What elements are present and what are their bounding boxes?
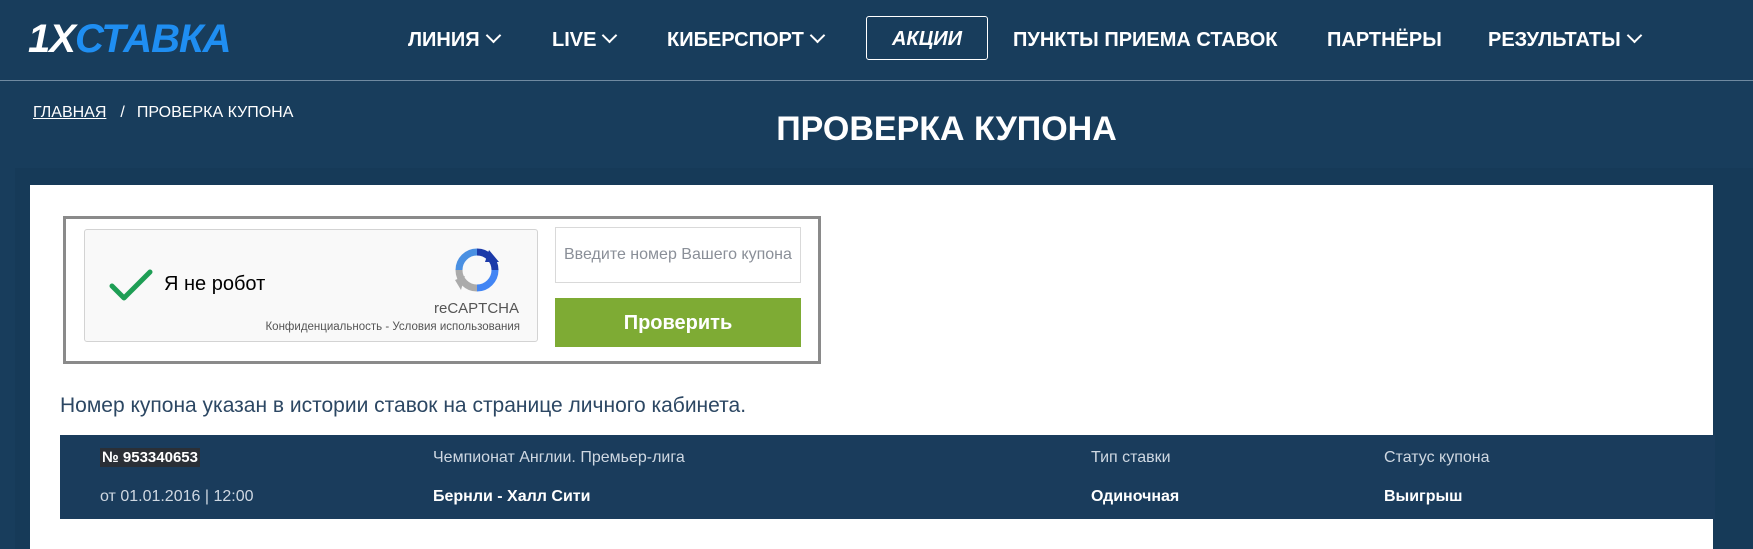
nav-item-results[interactable]: РЕЗУЛЬТАТЫ <box>1488 0 1642 80</box>
nav-item-line[interactable]: ЛИНИЯ <box>408 0 501 80</box>
logo-text-stavka: СТАВКА <box>74 17 232 61</box>
bet-type-value: Одиночная <box>1091 488 1180 505</box>
recaptcha-widget: Я не робот reCAPTCHA Конфиденциальность … <box>84 229 538 342</box>
nav-label-promos: АКЦИИ <box>891 28 963 50</box>
coupon-status-value: Выигрыш <box>1384 488 1463 505</box>
chevron-down-icon <box>485 27 501 44</box>
nav-item-partners[interactable]: ПАРТНЁРЫ <box>1327 0 1442 80</box>
coupon-number-input[interactable] <box>555 227 801 283</box>
nav-label-partners: ПАРТНЁРЫ <box>1327 29 1442 51</box>
coupon-status-label: Статус купона <box>1384 449 1490 466</box>
nav-item-esports[interactable]: КИБЕРСПОРТ <box>667 0 826 80</box>
recaptcha-label: Я не робот <box>164 273 266 295</box>
logo-text-1x: 1X <box>28 17 76 61</box>
coupon-date: от 01.01.2016 | 12:00 <box>100 488 254 505</box>
chevron-down-icon <box>602 27 618 44</box>
chevron-down-icon <box>1626 27 1642 44</box>
nav-label-betting-points: ПУНКТЫ ПРИЕМА СТАВОК <box>1013 29 1278 51</box>
chevron-down-icon <box>809 27 826 44</box>
recaptcha-brand: reCAPTCHA <box>433 300 519 317</box>
nav-item-betting-points[interactable]: ПУНКТЫ ПРИЕМА СТАВОК <box>1013 0 1277 80</box>
nav-label-line: ЛИНИЯ <box>408 29 480 51</box>
coupon-league: Чемпионат Англии. Премьер-лига <box>433 449 685 466</box>
nav-item-live[interactable]: LIVE <box>552 0 618 80</box>
nav-label-esports: КИБЕРСПОРТ <box>667 29 804 51</box>
coupon-number: № 953340653 <box>100 448 200 467</box>
nav-label-live: LIVE <box>552 29 597 51</box>
coupon-match: Бернли - Халл Сити <box>433 488 591 505</box>
checkmark-icon[interactable] <box>109 268 153 302</box>
recaptcha-logo-icon <box>455 248 499 292</box>
check-coupon-button[interactable]: Проверить <box>555 298 801 347</box>
page-title: ПРОВЕРКА КУПОНА <box>776 110 1117 148</box>
nav-item-promos[interactable]: АКЦИИ <box>866 16 988 60</box>
coupon-hint-text: Номер купона указан в истории ставок на … <box>60 394 747 417</box>
bet-type-label: Тип ставки <box>1091 449 1171 466</box>
coupon-result-row: № 953340653 от 01.01.2016 | 12:00 Чемпио… <box>60 435 1715 519</box>
recaptcha-privacy-terms-links[interactable]: Конфиденциальность - Условия использован… <box>265 321 520 333</box>
site-logo[interactable]: 1XСТАВКА <box>28 14 232 64</box>
nav-label-results: РЕЗУЛЬТАТЫ <box>1488 29 1621 51</box>
site-header: 1XСТАВКА ЛИНИЯ LIVE КИБЕРСПОРТ АКЦИИ ПУН… <box>0 0 1753 81</box>
